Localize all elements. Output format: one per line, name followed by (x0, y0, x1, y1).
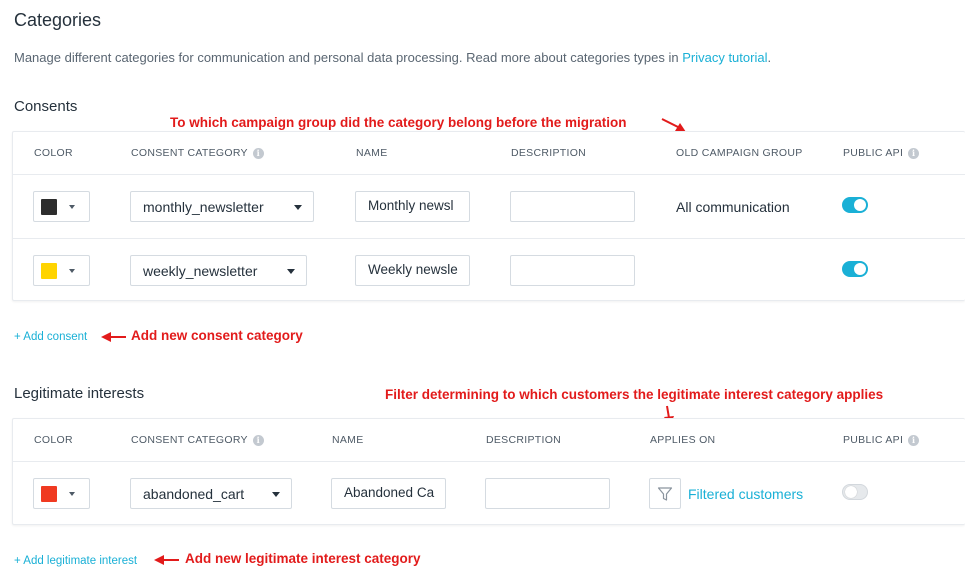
legitimate-interests-title: Legitimate interests (14, 385, 145, 402)
column-header-color: COLOR (34, 147, 73, 159)
info-icon[interactable]: i (252, 147, 264, 159)
column-header-name: NAME (332, 434, 364, 446)
color-swatch (41, 485, 57, 502)
chevron-down-icon (287, 269, 295, 274)
filtered-customers-link[interactable]: Filtered customers (688, 486, 803, 502)
public-api-toggle[interactable] (842, 197, 868, 213)
annotation-add-consent: Add new consent category (131, 328, 303, 343)
column-header-description: DESCRIPTION (511, 147, 587, 159)
info-icon[interactable]: i (908, 434, 920, 446)
consents-title: Consents (14, 98, 78, 115)
toggle-knob (854, 199, 866, 211)
add-legitimate-interest-button[interactable]: + Add legitimate interest (14, 555, 137, 567)
public-api-toggle[interactable] (842, 261, 868, 277)
page-description: Manage different categories for communic… (14, 50, 772, 65)
name-input[interactable]: Weekly newsle (355, 255, 470, 286)
filter-icon (657, 486, 673, 501)
annotation-campaign-group: To which campaign group did the category… (170, 115, 627, 130)
description-input[interactable] (485, 478, 610, 509)
column-header-color: COLOR (34, 434, 73, 446)
page-title: Categories (14, 10, 102, 30)
annotation-arrow-add-legitimate (154, 555, 179, 565)
color-swatch (41, 198, 57, 215)
legitimate-interests-table: COLOR CONSENT CATEGORY i NAME DESCRIPTION… (12, 418, 965, 525)
annotation-arrow-add-consent (101, 332, 126, 342)
consent-category-select[interactable]: abandoned_cart (130, 478, 292, 509)
color-picker[interactable] (33, 191, 90, 222)
chevron-down-icon (69, 268, 75, 273)
annotation-filter: Filter determining to which customers th… (385, 387, 884, 402)
filter-button[interactable] (649, 478, 681, 509)
chevron-down-icon (272, 492, 280, 497)
info-icon[interactable]: i (252, 434, 264, 446)
column-header-consent-category: CONSENT CATEGORY i (131, 434, 264, 446)
column-header-applies-on: APPLIES ON (650, 434, 716, 446)
column-header-description: DESCRIPTION (486, 434, 562, 446)
info-icon[interactable]: i (908, 147, 920, 159)
description-input[interactable] (510, 191, 635, 222)
column-header-consent-category: CONSENT CATEGORY i (131, 147, 264, 159)
color-picker[interactable] (33, 478, 90, 509)
table-row: abandoned_cart Abandoned Ca Filtered cus… (13, 462, 965, 525)
consent-category-select[interactable]: monthly_newsletter (130, 191, 314, 222)
privacy-tutorial-link[interactable]: Privacy tutorial (682, 50, 767, 65)
consents-table-header: COLOR CONSENT CATEGORY i NAME DESCRIPTION… (13, 132, 965, 175)
legitimate-table-header: COLOR CONSENT CATEGORY i NAME DESCRIPTION… (13, 419, 965, 462)
chevron-down-icon (294, 205, 302, 210)
add-consent-button[interactable]: + Add consent (14, 331, 87, 343)
table-row: weekly_newsletter Weekly newsle (13, 238, 965, 301)
color-swatch (41, 262, 57, 279)
color-picker[interactable] (33, 255, 90, 286)
annotation-add-legitimate: Add new legitimate interest category (185, 551, 421, 566)
public-api-toggle[interactable] (842, 484, 868, 500)
name-input[interactable]: Monthly newsl (355, 191, 470, 222)
name-input[interactable]: Abandoned Ca (331, 478, 446, 509)
chevron-down-icon (69, 204, 75, 209)
column-header-old-campaign-group: OLD CAMPAIGN GROUP (676, 147, 803, 159)
table-row: monthly_newsletter Monthly newsl All com… (13, 175, 965, 238)
toggle-knob (845, 486, 857, 498)
chevron-down-icon (69, 491, 75, 496)
column-header-name: NAME (356, 147, 388, 159)
old-campaign-group-value: All communication (676, 199, 790, 215)
consent-category-select[interactable]: weekly_newsletter (130, 255, 307, 286)
consents-table: COLOR CONSENT CATEGORY i NAME DESCRIPTION… (12, 131, 965, 301)
column-header-public-api: PUBLIC API i (843, 434, 920, 446)
description-input[interactable] (510, 255, 635, 286)
column-header-public-api: PUBLIC API i (843, 147, 920, 159)
toggle-knob (854, 263, 866, 275)
